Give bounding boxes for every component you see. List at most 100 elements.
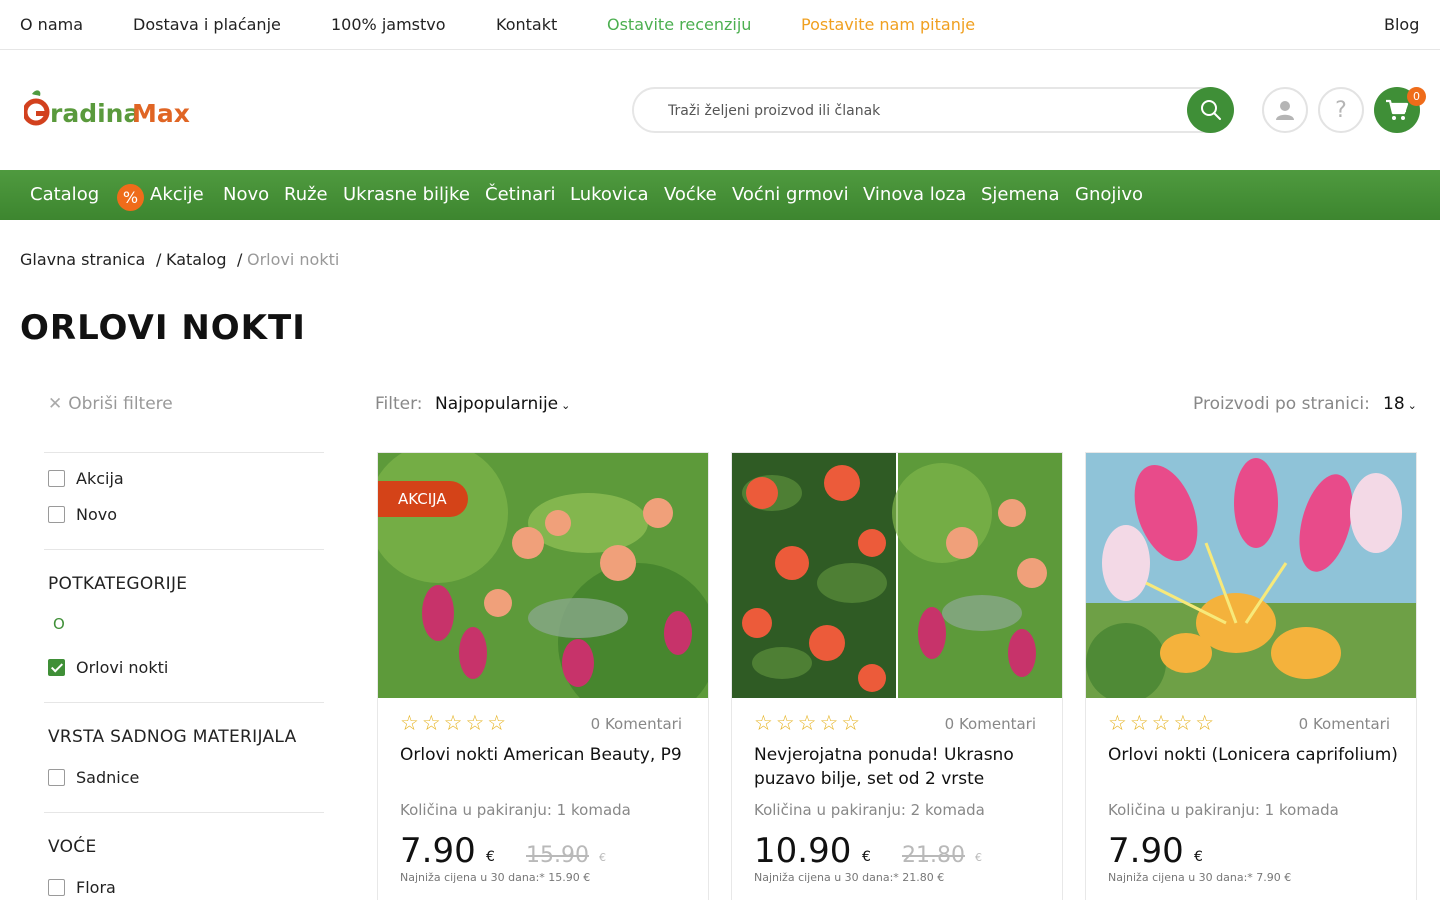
nav-item-sjemena[interactable]: Sjemena (981, 184, 1060, 205)
product-card[interactable]: AKCIJA ☆☆☆☆☆ 0 Komentari Orlovi nokti Am… (377, 452, 709, 900)
sale-badge: AKCIJA (378, 481, 468, 517)
per-page-value: 18 (1383, 394, 1405, 414)
cart-icon (1386, 99, 1409, 120)
breadcrumb-separator: / (237, 250, 243, 269)
nav-item-vinova-loza[interactable]: Vinova loza (863, 184, 966, 205)
product-name[interactable]: Orlovi nokti (Lonicera caprifolium) (1108, 743, 1398, 791)
letter-index[interactable]: O (53, 615, 65, 633)
sort-value: Najpopularnije (435, 394, 559, 414)
main-nav: Catalog Akcije Novo Ruže Ukrasne biljke … (0, 170, 1440, 220)
nav-item-akcije[interactable]: Akcije (150, 184, 204, 205)
rating-stars[interactable]: ☆☆☆☆☆ (400, 711, 509, 735)
topbar-link-contact[interactable]: Kontakt (496, 15, 557, 34)
lowest-price-note: Najniža cijena u 30 dana:* 15.90 € (400, 871, 591, 884)
pack-quantity: Količina u pakiranju: 1 komada (1108, 801, 1339, 819)
filter-label: Flora (76, 878, 116, 897)
breadcrumb-current: Orlovi nokti (247, 250, 340, 269)
sort-label: Filter: (375, 394, 423, 414)
filter-sadnice[interactable]: Sadnice (48, 768, 139, 787)
nav-item-vocke[interactable]: Voćke (664, 184, 717, 205)
product-image[interactable]: AKCIJA (378, 453, 708, 698)
breadcrumb-separator: / (156, 250, 162, 269)
divider (44, 452, 324, 453)
logo-text-mid: radina (50, 99, 140, 128)
product-price: 7.90 (400, 831, 476, 871)
currency: € (1194, 849, 1203, 865)
rating-stars[interactable]: ☆☆☆☆☆ (754, 711, 863, 735)
lowest-price-note: Najniža cijena u 30 dana:* 21.80 € (754, 871, 945, 884)
user-icon (1276, 101, 1294, 120)
filter-label: Orlovi nokti (76, 658, 169, 677)
filter-label: Akcija (76, 469, 124, 488)
topbar-link-about[interactable]: O nama (20, 15, 83, 34)
checkbox[interactable] (48, 769, 65, 786)
divider (44, 812, 324, 813)
topbar-link-guarantee[interactable]: 100% jamstvo (331, 15, 446, 34)
filter-orlovi-nokti[interactable]: Orlovi nokti (48, 658, 168, 677)
nav-item-gnojivo[interactable]: Gnojivo (1075, 184, 1143, 205)
breadcrumb-catalog[interactable]: Katalog (166, 250, 226, 269)
site-logo[interactable]: radina Max (24, 88, 194, 132)
logo-text-suffix: Max (132, 99, 190, 128)
topbar-link-blog[interactable]: Blog (1384, 15, 1419, 34)
nav-item-lukovica[interactable]: Lukovica (570, 184, 649, 205)
search-box (632, 87, 1234, 133)
nav-catalog[interactable]: Catalog (30, 184, 99, 205)
per-page-dropdown[interactable]: 18 ⌄ (1383, 394, 1417, 414)
clear-filters-button[interactable]: ✕ Obriši filtere (48, 394, 173, 414)
currency: € (486, 849, 495, 865)
filter-novo[interactable]: Novo (48, 505, 117, 524)
product-image[interactable] (732, 453, 1062, 698)
product-price: 10.90 (754, 831, 852, 871)
product-image[interactable] (1086, 453, 1416, 698)
old-price-currency: € (975, 851, 982, 864)
clear-filters-label: Obriši filtere (68, 394, 173, 414)
filter-akcija[interactable]: Akcija (48, 469, 124, 488)
divider (44, 549, 324, 550)
comments-count[interactable]: 0 Komentari (945, 715, 1036, 733)
chevron-down-icon: ⌄ (1407, 399, 1417, 412)
search-input[interactable] (668, 100, 1148, 122)
per-page-label: Proizvodi po stranici: (1193, 394, 1370, 414)
topbar-link-review[interactable]: Ostavite recenziju (607, 15, 751, 34)
nav-item-cetinari[interactable]: Četinari (485, 184, 556, 205)
top-bar: O nama Dostava i plaćanje 100% jamstvo K… (0, 0, 1440, 50)
checkbox[interactable] (48, 879, 65, 896)
product-price: 7.90 (1108, 831, 1184, 871)
product-card[interactable]: ☆☆☆☆☆ 0 Komentari Orlovi nokti (Lonicera… (1085, 452, 1417, 900)
old-price-currency: € (599, 851, 606, 864)
question-icon: ? (1335, 97, 1347, 123)
nav-item-ukrasne-biljke[interactable]: Ukrasne biljke (343, 184, 470, 205)
divider (44, 702, 324, 703)
checkbox-checked[interactable] (48, 659, 65, 676)
close-icon: ✕ (48, 394, 63, 414)
nav-item-ruze[interactable]: Ruže (284, 184, 328, 205)
chevron-down-icon: ⌄ (561, 399, 571, 412)
lowest-price-note: Najniža cijena u 30 dana:* 7.90 € (1108, 871, 1292, 884)
checkbox[interactable] (48, 506, 65, 523)
search-button[interactable] (1187, 87, 1234, 133)
old-price: 15.90 (526, 843, 589, 868)
nav-item-vocni-grmovi[interactable]: Voćni grmovi (732, 184, 849, 205)
comments-count[interactable]: 0 Komentari (1299, 715, 1390, 733)
sale-percent-icon: % (117, 184, 144, 211)
pack-quantity: Količina u pakiranju: 2 komada (754, 801, 985, 819)
breadcrumb-home[interactable]: Glavna stranica (20, 250, 145, 269)
help-button[interactable]: ? (1318, 87, 1364, 133)
checkbox[interactable] (48, 470, 65, 487)
rating-stars[interactable]: ☆☆☆☆☆ (1108, 711, 1217, 735)
product-name[interactable]: Nevjerojatna ponuda! Ukrasno puzavo bilj… (754, 743, 1044, 791)
old-price: 21.80 (902, 843, 965, 868)
sort-dropdown[interactable]: Najpopularnije ⌄ (435, 394, 570, 414)
comments-count[interactable]: 0 Komentari (591, 715, 682, 733)
product-card[interactable]: ☆☆☆☆☆ 0 Komentari Nevjerojatna ponuda! U… (731, 452, 1063, 900)
topbar-link-delivery[interactable]: Dostava i plaćanje (133, 15, 281, 34)
account-button[interactable] (1262, 87, 1308, 133)
product-name[interactable]: Orlovi nokti American Beauty, P9 (400, 743, 690, 791)
filter-label: Novo (76, 505, 118, 524)
filter-flora[interactable]: Flora (48, 878, 116, 897)
material-title: VRSTA SADNOG MATERIJALA (48, 727, 297, 747)
page-title: ORLOVI NOKTI (20, 308, 306, 348)
nav-item-novo[interactable]: Novo (223, 184, 269, 205)
topbar-link-question[interactable]: Postavite nam pitanje (801, 15, 975, 34)
